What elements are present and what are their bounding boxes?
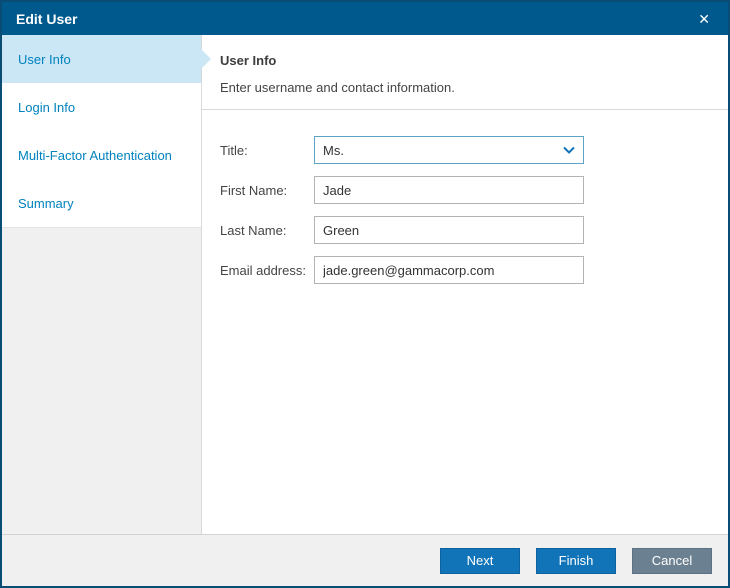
main-area: User Info Login Info Multi-Factor Authen…	[2, 35, 728, 534]
last-name-field[interactable]	[314, 216, 584, 244]
title-select-value: Ms.	[323, 143, 344, 158]
form-row-email: Email address:	[220, 256, 710, 284]
dialog-title: Edit User	[16, 11, 694, 27]
sidebar-item-user-info[interactable]: User Info	[2, 35, 201, 83]
first-name-field[interactable]	[314, 176, 584, 204]
last-name-label: Last Name:	[220, 223, 314, 238]
email-field[interactable]	[314, 256, 584, 284]
form-row-first-name: First Name:	[220, 176, 710, 204]
form-row-title: Title: Ms.	[220, 136, 710, 164]
close-icon[interactable]: ✕	[694, 8, 714, 30]
email-label: Email address:	[220, 263, 314, 278]
titlebar: Edit User ✕	[2, 2, 728, 35]
step-content: User Info Enter username and contact inf…	[202, 35, 728, 534]
edit-user-dialog: Edit User ✕ User Info Login Info Multi-F…	[0, 0, 730, 588]
user-info-form: Title: Ms. First Name: L	[220, 136, 710, 296]
sidebar-item-multi-factor-authentication[interactable]: Multi-Factor Authentication	[2, 131, 201, 179]
first-name-label: First Name:	[220, 183, 314, 198]
chevron-down-icon	[563, 146, 575, 154]
sidebar-item-summary[interactable]: Summary	[2, 179, 201, 227]
title-select[interactable]: Ms.	[314, 136, 584, 164]
wizard-sidebar: User Info Login Info Multi-Factor Authen…	[2, 35, 202, 534]
sidebar-item-label: Login Info	[18, 100, 75, 115]
sidebar-filler	[2, 227, 201, 534]
sidebar-item-login-info[interactable]: Login Info	[2, 83, 201, 131]
page-title: User Info	[220, 53, 710, 68]
page-subtitle: Enter username and contact information.	[220, 80, 710, 95]
next-button[interactable]: Next	[440, 548, 520, 574]
title-label: Title:	[220, 143, 314, 158]
cancel-button[interactable]: Cancel	[632, 548, 712, 574]
sidebar-item-label: Multi-Factor Authentication	[18, 148, 172, 163]
sidebar-item-label: User Info	[18, 52, 71, 67]
sidebar-item-label: Summary	[18, 196, 74, 211]
header-divider	[202, 109, 728, 110]
form-row-last-name: Last Name:	[220, 216, 710, 244]
footer-bar: Next Finish Cancel	[2, 534, 728, 586]
finish-button[interactable]: Finish	[536, 548, 616, 574]
